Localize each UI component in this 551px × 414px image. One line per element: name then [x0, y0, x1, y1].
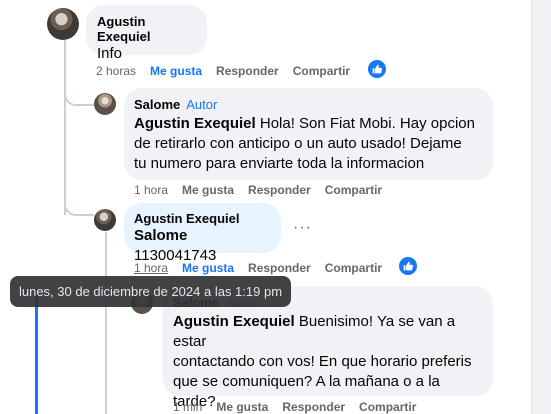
- comment-bubble: Agustin Exequiel Info: [86, 5, 207, 62]
- comment-time[interactable]: 1 hora: [134, 261, 168, 275]
- comment-time[interactable]: 1 hora: [134, 183, 168, 197]
- scrollbar[interactable]: [531, 0, 551, 414]
- share-button[interactable]: Compartir: [325, 183, 382, 197]
- comment-time[interactable]: 2 horas: [96, 64, 136, 78]
- share-button[interactable]: Compartir: [325, 261, 382, 275]
- like-button[interactable]: Me gusta: [182, 183, 234, 197]
- share-button[interactable]: Compartir: [359, 400, 416, 414]
- thread-line: [105, 232, 107, 414]
- more-options-icon[interactable]: ···: [293, 219, 312, 237]
- thread-connector: [64, 190, 94, 216]
- thumbs-up-icon[interactable]: [368, 60, 386, 78]
- thread-connector: [64, 80, 94, 106]
- comment-actions: 2 horas Me gusta Responder Compartir: [96, 64, 364, 78]
- reply-button[interactable]: Responder: [282, 400, 345, 414]
- mention-link[interactable]: Agustin Exequiel: [173, 313, 295, 330]
- like-button[interactable]: Me gusta: [150, 64, 202, 78]
- reply-button[interactable]: Responder: [248, 183, 311, 197]
- reply-button[interactable]: Responder: [248, 261, 311, 275]
- comment-actions: 1 min Me gusta Responder Compartir: [173, 400, 430, 414]
- thumbs-up-icon[interactable]: [399, 257, 417, 275]
- thread-line: [64, 40, 66, 215]
- comment-time[interactable]: 1 min: [173, 400, 202, 414]
- avatar[interactable]: [94, 93, 116, 115]
- like-button[interactable]: Me gusta: [216, 400, 268, 414]
- mention-link[interactable]: Agustin Exequiel: [134, 115, 256, 132]
- comment-actions: 1 hora Me gusta Responder Compartir: [134, 261, 396, 275]
- avatar[interactable]: [94, 209, 116, 231]
- timestamp-tooltip: lunes, 30 de diciembre de 2024 a las 1:1…: [10, 276, 291, 307]
- like-button[interactable]: Me gusta: [182, 261, 234, 275]
- comment-author[interactable]: Agustin Exequiel: [97, 14, 196, 44]
- share-button[interactable]: Compartir: [293, 64, 350, 78]
- comment-author[interactable]: Agustin Exequiel: [134, 211, 271, 226]
- comment-bubble: Agustin Exequiel Salome 1130041743: [124, 203, 281, 264]
- avatar[interactable]: [47, 8, 79, 40]
- comment-text: Salome 1130041743: [134, 227, 217, 264]
- comment-text: Info: [97, 45, 123, 62]
- reply-button[interactable]: Responder: [216, 64, 279, 78]
- comment-author[interactable]: Salome: [134, 97, 180, 112]
- comment-text: Agustin Exequiel Buenisimo! Ya se van a …: [173, 313, 472, 410]
- author-badge: Autor: [186, 97, 218, 112]
- comment-actions: 1 hora Me gusta Responder Compartir: [134, 183, 396, 197]
- thread-highlight-line: [35, 290, 38, 414]
- comment-text: Agustin Exequiel Hola! Son Fiat Mobi. Ha…: [134, 115, 475, 172]
- mention-link[interactable]: Salome: [134, 227, 187, 244]
- comment-bubble: Salome Autor Agustin Exequiel Hola! Son F…: [124, 88, 493, 180]
